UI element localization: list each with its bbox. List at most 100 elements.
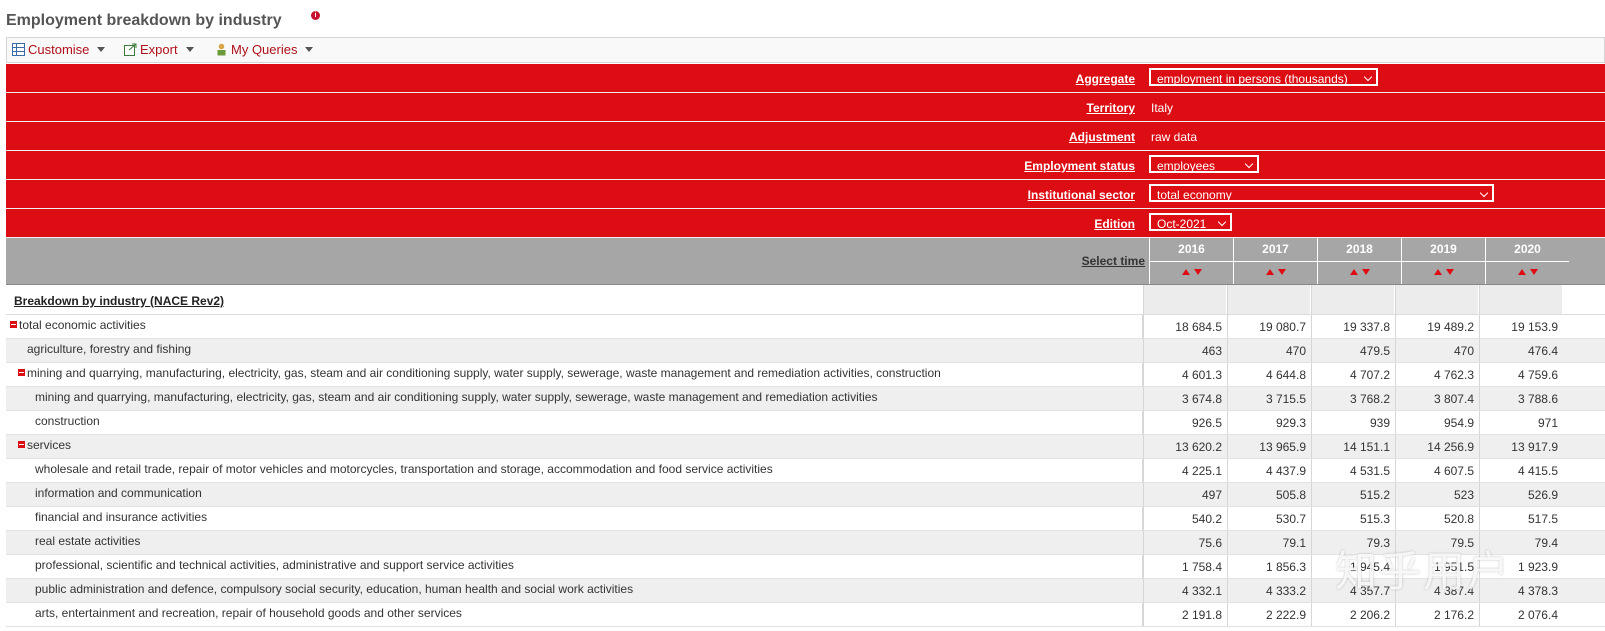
header-cell xyxy=(1227,285,1310,314)
sort-desc-icon[interactable] xyxy=(1445,269,1454,275)
header-cell xyxy=(1143,285,1226,314)
filter-label-employment-status[interactable]: Employment status xyxy=(1024,159,1135,173)
value-cell: 1 856.3 xyxy=(1227,555,1310,578)
value-cell: 13 965.9 xyxy=(1227,435,1310,458)
export-icon xyxy=(124,43,137,56)
table-icon xyxy=(12,43,25,56)
sort-asc-icon[interactable] xyxy=(1349,269,1358,275)
year-column-2016: 2016 xyxy=(1149,238,1233,284)
header-cell xyxy=(1311,285,1394,314)
table-row: construction 926.5 929.3 939 954.9 971 xyxy=(6,411,1605,435)
row-label: services xyxy=(18,438,71,452)
chevron-down-icon xyxy=(305,47,314,52)
customise-label: Customise xyxy=(28,42,90,57)
sort-arrows[interactable] xyxy=(1402,261,1485,284)
table-row: arts, entertainment and recreation, repa… xyxy=(6,603,1605,627)
value-cell: 2 222.9 xyxy=(1227,603,1310,626)
edition-select[interactable]: Oct-2021 xyxy=(1149,213,1232,231)
table-row: total economic activities 18 684.5 19 080.… xyxy=(6,315,1605,339)
value-cell: 526.9 xyxy=(1479,483,1562,506)
filter-label-edition[interactable]: Edition xyxy=(1094,217,1135,231)
header-cell xyxy=(1479,285,1562,314)
filter-label-institutional-sector[interactable]: Institutional sector xyxy=(1028,188,1135,202)
customise-button[interactable]: Customise xyxy=(12,42,106,57)
collapse-icon[interactable] xyxy=(18,441,25,448)
table-row: mining and quarrying, manufacturing, ele… xyxy=(6,387,1605,411)
sort-arrows[interactable] xyxy=(1150,261,1233,284)
value-cell: 954.9 xyxy=(1395,411,1478,434)
value-cell: 463 xyxy=(1143,339,1226,362)
value-cell: 4 437.9 xyxy=(1227,459,1310,482)
row-label: mining and quarrying, manufacturing, ele… xyxy=(18,366,941,380)
value-cell: 479.5 xyxy=(1311,339,1394,362)
value-cell: 79.1 xyxy=(1227,531,1310,554)
watermark: 知乎用户 xyxy=(1335,547,1512,596)
year-column-2018: 2018 xyxy=(1317,238,1401,284)
collapse-icon[interactable] xyxy=(18,369,25,376)
chevron-down-icon xyxy=(1217,217,1227,227)
value-cell: 4 332.1 xyxy=(1143,579,1226,602)
filter-label-adjustment[interactable]: Adjustment xyxy=(1069,130,1135,144)
value-cell: 476.4 xyxy=(1479,339,1562,362)
filter-row-institutional-sector: Institutional sector total economy xyxy=(6,180,1605,209)
collapse-icon[interactable] xyxy=(10,321,17,328)
filter-label-territory[interactable]: Territory xyxy=(1087,101,1135,115)
value-cell: 18 684.5 xyxy=(1143,315,1226,338)
sort-desc-icon[interactable] xyxy=(1193,269,1202,275)
value-cell: 2 176.2 xyxy=(1395,603,1478,626)
sort-asc-icon[interactable] xyxy=(1517,269,1526,275)
institutional-sector-select[interactable]: total economy xyxy=(1149,184,1494,202)
value-cell: 4 531.5 xyxy=(1311,459,1394,482)
table-row: information and communication 497 505.8 515… xyxy=(6,483,1605,507)
value-cell: 929.3 xyxy=(1227,411,1310,434)
value-cell: 505.8 xyxy=(1227,483,1310,506)
value-cell: 515.2 xyxy=(1311,483,1394,506)
filter-label-aggregate[interactable]: Aggregate xyxy=(1076,72,1135,86)
value-cell: 13 620.2 xyxy=(1143,435,1226,458)
filter-row-territory: Territory Italy xyxy=(6,93,1605,122)
value-cell: 19 489.2 xyxy=(1395,315,1478,338)
value-cell: 523 xyxy=(1395,483,1478,506)
row-label: arts, entertainment and recreation, repa… xyxy=(35,606,462,620)
value-cell: 4 415.5 xyxy=(1479,459,1562,482)
row-label: professional, scientific and technical a… xyxy=(35,558,514,572)
sort-asc-icon[interactable] xyxy=(1265,269,1274,275)
sort-desc-icon[interactable] xyxy=(1277,269,1286,275)
value-cell: 939 xyxy=(1311,411,1394,434)
value-cell: 13 917.9 xyxy=(1479,435,1562,458)
chevron-down-icon xyxy=(1363,72,1373,82)
value-cell: 515.3 xyxy=(1311,507,1394,530)
value-cell: 3 788.6 xyxy=(1479,387,1562,410)
table-row: wholesale and retail trade, repair of mo… xyxy=(6,459,1605,483)
export-button[interactable]: Export xyxy=(124,42,194,57)
value-cell: 497 xyxy=(1143,483,1226,506)
sort-arrows[interactable] xyxy=(1234,261,1317,284)
row-label: mining and quarrying, manufacturing, ele… xyxy=(35,390,878,404)
aggregate-select[interactable]: employment in persons (thousands) xyxy=(1149,68,1378,86)
table-header-row: Breakdown by industry (NACE Rev2) xyxy=(6,285,1605,315)
select-time-link[interactable]: Select time xyxy=(1082,254,1145,268)
row-label: financial and insurance activities xyxy=(35,510,208,524)
sort-arrows[interactable] xyxy=(1318,261,1401,284)
sort-desc-icon[interactable] xyxy=(1361,269,1370,275)
sort-asc-icon[interactable] xyxy=(1181,269,1190,275)
value-cell: 926.5 xyxy=(1143,411,1226,434)
export-label: Export xyxy=(140,42,178,57)
row-label: total economic activities xyxy=(10,318,146,332)
value-cell: 14 151.1 xyxy=(1311,435,1394,458)
breakdown-header-link[interactable]: Breakdown by industry (NACE Rev2) xyxy=(14,294,224,308)
sort-desc-icon[interactable] xyxy=(1529,269,1538,275)
my-queries-button[interactable]: My Queries xyxy=(215,42,314,57)
header-cell xyxy=(1395,285,1478,314)
info-icon[interactable]: i xyxy=(311,11,320,20)
value-cell: 3 715.5 xyxy=(1227,387,1310,410)
value-cell: 4 762.3 xyxy=(1395,363,1478,386)
sort-arrows[interactable] xyxy=(1486,261,1569,284)
value-cell: 2 206.2 xyxy=(1311,603,1394,626)
value-cell: 530.7 xyxy=(1227,507,1310,530)
year-column-2017: 2017 xyxy=(1233,238,1317,284)
table-row: services 13 620.2 13 965.9 14 151.1 14 256.9… xyxy=(6,435,1605,459)
sort-asc-icon[interactable] xyxy=(1433,269,1442,275)
value-cell: 19 337.8 xyxy=(1311,315,1394,338)
employment-status-select[interactable]: employees xyxy=(1149,155,1259,173)
